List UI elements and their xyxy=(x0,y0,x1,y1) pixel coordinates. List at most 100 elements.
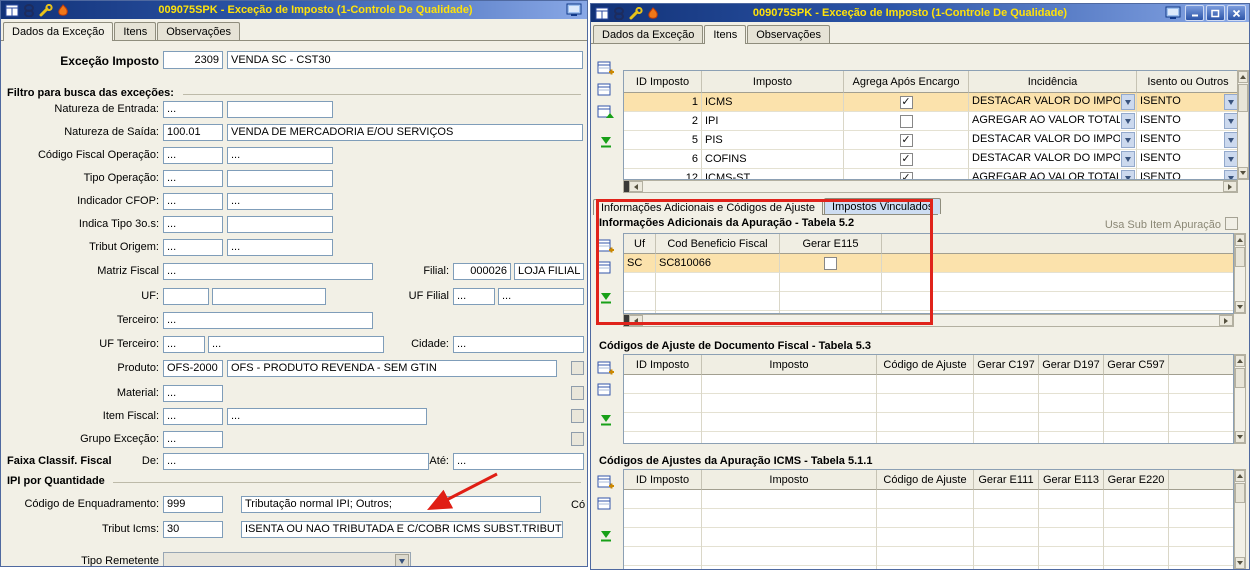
indica-tipo-3os-desc-field[interactable] xyxy=(227,216,333,233)
flame-icon[interactable] xyxy=(57,3,69,17)
excecao-imposto-desc-field[interactable]: VENDA SC - CST30 xyxy=(227,51,583,69)
cod-enquadramento-code-field[interactable]: 999 xyxy=(163,496,223,513)
produto-desc-field[interactable]: OFS - PRODUTO REVENDA - SEM GTIN xyxy=(227,360,557,377)
uf-code-field[interactable] xyxy=(163,288,209,305)
item-fiscal-code-field[interactable]: ... xyxy=(163,408,223,425)
dropdown-arrow-icon[interactable] xyxy=(1224,94,1237,110)
dropdown-arrow-icon[interactable] xyxy=(1121,94,1135,110)
grid-row[interactable]: 2 IPI AGREGAR AO VALOR TOTAL D ISENTO xyxy=(624,112,1237,131)
scroll-thumb[interactable] xyxy=(1235,483,1245,503)
filial-code-field[interactable]: 000026 xyxy=(453,263,511,280)
scroll-left-button[interactable] xyxy=(629,315,643,326)
natureza-entrada-code-field[interactable]: ... xyxy=(163,101,223,118)
item-fiscal-desc-field[interactable]: ... xyxy=(227,408,427,425)
dropdown-arrow-icon[interactable] xyxy=(1121,170,1135,179)
horizontal-scrollbar[interactable] xyxy=(623,314,1234,327)
tribut-icms-desc-field[interactable]: ISENTA OU NAO TRIBUTADA E C/COBR ICMS SU… xyxy=(241,521,563,538)
wrench-icon[interactable] xyxy=(629,6,643,20)
flame-icon[interactable] xyxy=(647,6,659,20)
cell-agrega[interactable] xyxy=(844,169,969,179)
cell-id-imposto[interactable]: 6 xyxy=(624,150,702,169)
add-row-button[interactable] xyxy=(594,358,618,378)
indicador-cfop-code-field[interactable]: ... xyxy=(163,193,223,210)
cell-incidencia[interactable]: DESTACAR VALOR DO IMPOST xyxy=(969,150,1137,169)
last-row-button[interactable] xyxy=(594,410,618,430)
cell-agrega[interactable] xyxy=(844,112,969,131)
tab-dados-excecao[interactable]: Dados da Exceção xyxy=(593,25,704,43)
tab-dados-excecao[interactable]: Dados da Exceção xyxy=(3,22,114,41)
grid-row[interactable]: 5 PIS DESTACAR VALOR DO IMPOST ISENTO xyxy=(624,131,1237,150)
wrench-icon[interactable] xyxy=(39,3,53,17)
last-row-button[interactable] xyxy=(594,526,618,546)
maximize-button[interactable] xyxy=(1206,5,1225,21)
cell-imposto[interactable]: PIS xyxy=(702,131,844,150)
cell-gerar-e115[interactable] xyxy=(780,254,882,273)
dropdown-arrow-icon[interactable] xyxy=(1121,113,1135,129)
scroll-thumb[interactable] xyxy=(1235,247,1245,267)
produto-zoom-button[interactable] xyxy=(571,361,584,375)
cell-uf[interactable]: SC xyxy=(624,254,656,273)
cell-incidencia[interactable]: AGREGAR AO VALOR TOTAL D xyxy=(969,169,1137,179)
cell-isento[interactable]: ISENTO xyxy=(1137,112,1237,131)
tipo-operacao-code-field[interactable]: ... xyxy=(163,170,223,187)
last-row-button[interactable] xyxy=(594,132,618,152)
dropdown-arrow-icon[interactable] xyxy=(1224,113,1237,129)
terceiro-field[interactable]: ... xyxy=(163,312,373,329)
cell-incidencia[interactable]: DESTACAR VALOR DO IMPOST xyxy=(969,131,1137,150)
vertical-scrollbar[interactable] xyxy=(1234,233,1246,314)
duplicate-row-button[interactable] xyxy=(594,258,618,278)
scroll-right-button[interactable] xyxy=(1223,181,1237,192)
codigo-fiscal-operacao-code-field[interactable]: ... xyxy=(163,147,223,164)
tipo-operacao-desc-field[interactable] xyxy=(227,170,333,187)
scroll-track[interactable] xyxy=(643,315,1219,326)
add-row-button[interactable] xyxy=(594,58,618,78)
cell-agrega[interactable] xyxy=(844,131,969,150)
add-row-button[interactable] xyxy=(594,472,618,492)
grid-row[interactable]: 12 ICMS-ST AGREGAR AO VALOR TOTAL D ISEN… xyxy=(624,169,1237,179)
cell-id-imposto[interactable]: 1 xyxy=(624,93,702,112)
scroll-up-button[interactable] xyxy=(1235,234,1245,246)
scroll-track[interactable] xyxy=(643,181,1223,192)
dropdown-arrow-icon[interactable] xyxy=(1121,151,1135,167)
excecao-imposto-code-field[interactable]: 2309 xyxy=(163,51,223,69)
tab-observacoes[interactable]: Observações xyxy=(157,22,241,40)
natureza-saida-desc-field[interactable]: VENDA DE MERCADORIA E/OU SERVIÇOS xyxy=(227,124,583,141)
cell-id-imposto[interactable]: 5 xyxy=(624,131,702,150)
scroll-up-button[interactable] xyxy=(1238,71,1248,83)
agrega-checkbox[interactable] xyxy=(899,114,913,128)
filial-desc-field[interactable]: LOJA FILIAL S xyxy=(514,263,584,280)
duplicate-row-button[interactable] xyxy=(594,494,618,514)
agrega-checkbox[interactable] xyxy=(899,171,913,179)
scroll-up-button[interactable] xyxy=(1235,470,1245,482)
tribut-origem-desc-field[interactable]: ... xyxy=(227,239,333,256)
grid-row[interactable]: 1 ICMS DESTACAR VALOR DO IMPOST ISENTO xyxy=(624,93,1237,112)
faixa-de-field[interactable]: ... xyxy=(163,453,429,470)
vertical-scrollbar[interactable] xyxy=(1234,354,1246,444)
vertical-scrollbar[interactable] xyxy=(1234,469,1246,569)
close-button[interactable] xyxy=(1227,5,1246,21)
cell-incidencia[interactable]: DESTACAR VALOR DO IMPOST xyxy=(969,93,1137,112)
horizontal-scrollbar[interactable] xyxy=(623,180,1238,193)
vertical-scrollbar[interactable] xyxy=(1237,70,1249,180)
item-fiscal-zoom-button[interactable] xyxy=(571,409,584,423)
cidade-field[interactable]: ... xyxy=(453,336,584,353)
material-zoom-button[interactable] xyxy=(571,386,584,400)
cell-agrega[interactable] xyxy=(844,93,969,112)
scroll-down-button[interactable] xyxy=(1235,301,1245,313)
produto-code-field[interactable]: OFS-2000 xyxy=(163,360,223,377)
monitor-icon[interactable] xyxy=(566,3,584,17)
tribut-origem-code-field[interactable]: ... xyxy=(163,239,223,256)
indica-tipo-3os-code-field[interactable]: ... xyxy=(163,216,223,233)
cell-isento[interactable]: ISENTO xyxy=(1137,169,1237,179)
cell-isento[interactable]: ISENTO xyxy=(1137,131,1237,150)
cell-cod-beneficio[interactable]: SC810066 xyxy=(656,254,780,273)
natureza-saida-code-field[interactable]: 100.01 xyxy=(163,124,223,141)
agrega-checkbox[interactable] xyxy=(899,95,913,109)
scroll-down-button[interactable] xyxy=(1235,431,1245,443)
dropdown-arrow-icon[interactable] xyxy=(1224,170,1237,179)
cell-incidencia[interactable]: AGREGAR AO VALOR TOTAL D xyxy=(969,112,1137,131)
grid-row[interactable]: SC SC810066 xyxy=(624,254,1233,273)
scroll-thumb[interactable] xyxy=(1238,84,1248,112)
cell-imposto[interactable]: COFINS xyxy=(702,150,844,169)
matriz-fiscal-field[interactable]: ... xyxy=(163,263,373,280)
